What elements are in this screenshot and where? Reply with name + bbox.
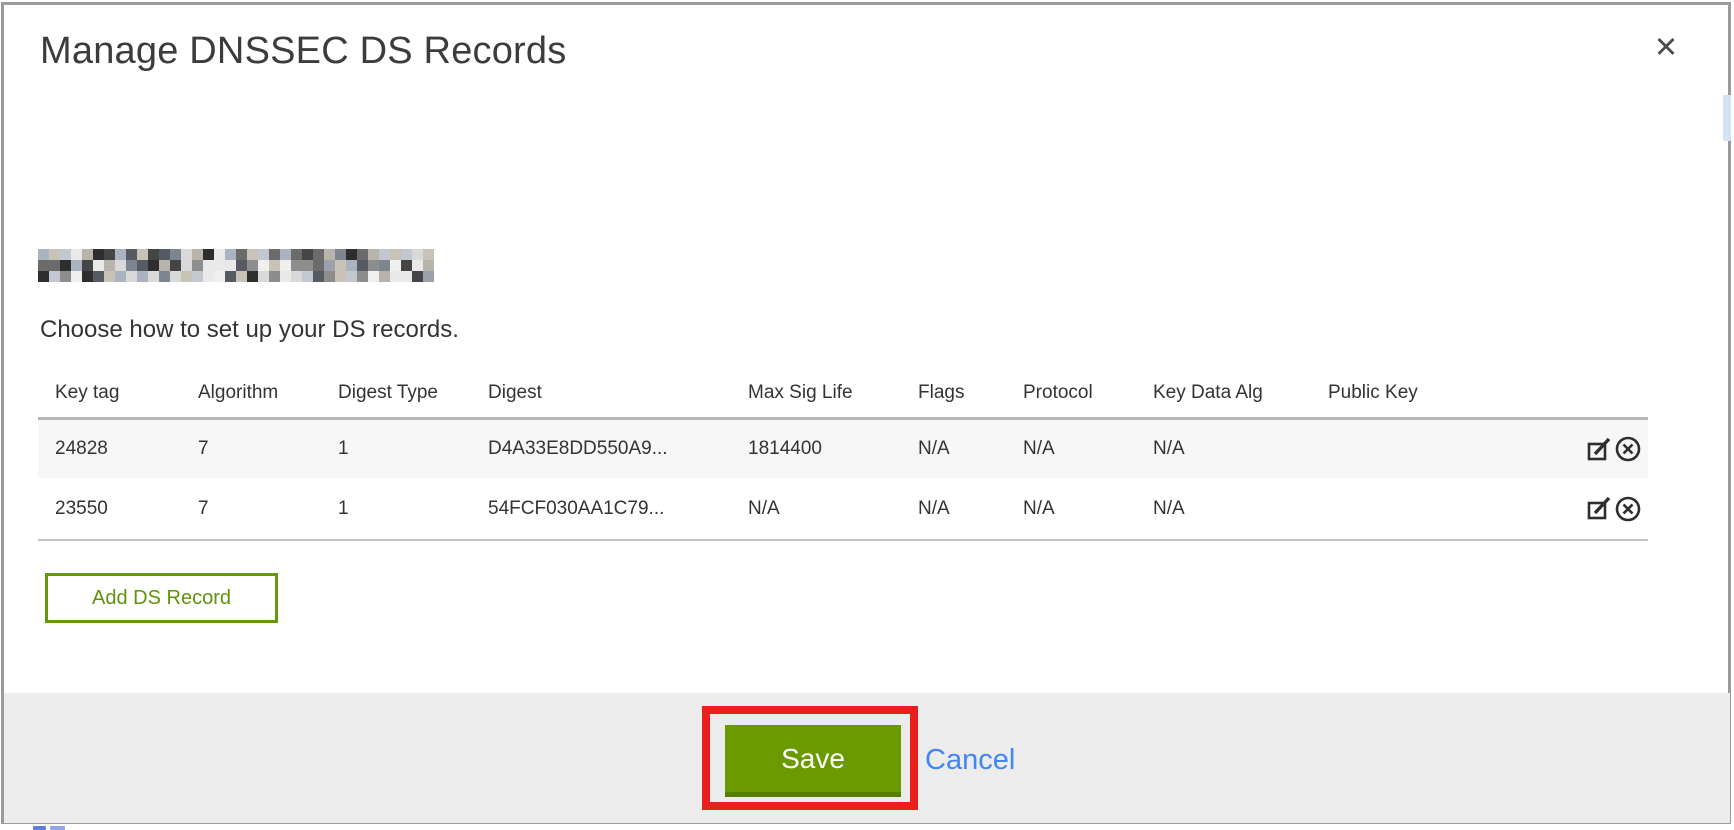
instruction-text: Choose how to set up your DS records.: [40, 316, 459, 344]
redacted-domain-name: [38, 249, 434, 282]
add-ds-record-button[interactable]: Add DS Record: [45, 573, 278, 623]
edit-icon[interactable]: [1585, 495, 1613, 523]
column-header-key-data-alg: Key Data Alg: [1153, 382, 1328, 404]
cell-digest-type: 1: [338, 498, 488, 520]
cell-digest: 54FCF030AA1C79...: [488, 498, 748, 520]
table-header-row: Key tag Algorithm Digest Type Digest Max…: [38, 368, 1648, 420]
cell-algorithm: 7: [198, 438, 338, 460]
save-button[interactable]: Save: [725, 725, 901, 797]
cell-digest: D4A33E8DD550A9...: [488, 438, 748, 460]
cell-digest-type: 1: [338, 438, 488, 460]
delete-icon[interactable]: [1614, 435, 1642, 463]
close-icon[interactable]: ✕: [1644, 26, 1688, 70]
edit-icon[interactable]: [1585, 435, 1613, 463]
background-page-fragment: [33, 826, 46, 830]
column-header-public-key: Public Key: [1328, 382, 1570, 404]
cell-flags: N/A: [918, 498, 1023, 520]
column-header-protocol: Protocol: [1023, 382, 1153, 404]
page-title: Manage DNSSEC DS Records: [40, 30, 566, 73]
cancel-link[interactable]: Cancel: [925, 725, 1015, 797]
cell-key-data-alg: N/A: [1153, 438, 1328, 460]
cell-key-tag: 24828: [38, 438, 198, 460]
cell-protocol: N/A: [1023, 438, 1153, 460]
column-header-flags: Flags: [918, 382, 1023, 404]
column-header-digest-type: Digest Type: [338, 382, 488, 404]
ds-records-table: Key tag Algorithm Digest Type Digest Max…: [38, 368, 1648, 541]
cell-protocol: N/A: [1023, 498, 1153, 520]
table-row: 24828 7 1 D4A33E8DD550A9... 1814400 N/A …: [38, 420, 1648, 478]
column-header-algorithm: Algorithm: [198, 382, 338, 404]
row-actions: [1570, 495, 1648, 523]
background-page-fragment: [50, 826, 65, 830]
delete-icon[interactable]: [1614, 495, 1642, 523]
cell-max-sig-life: N/A: [748, 498, 918, 520]
row-actions: [1570, 435, 1648, 463]
background-page-fragment: [1723, 95, 1731, 141]
cell-max-sig-life: 1814400: [748, 438, 918, 460]
column-header-digest: Digest: [488, 382, 748, 404]
cell-key-tag: 23550: [38, 498, 198, 520]
table-row: 23550 7 1 54FCF030AA1C79... N/A N/A N/A …: [38, 478, 1648, 541]
cell-flags: N/A: [918, 438, 1023, 460]
cell-key-data-alg: N/A: [1153, 498, 1328, 520]
column-header-max-sig-life: Max Sig Life: [748, 382, 918, 404]
column-header-key-tag: Key tag: [38, 382, 198, 404]
cell-algorithm: 7: [198, 498, 338, 520]
